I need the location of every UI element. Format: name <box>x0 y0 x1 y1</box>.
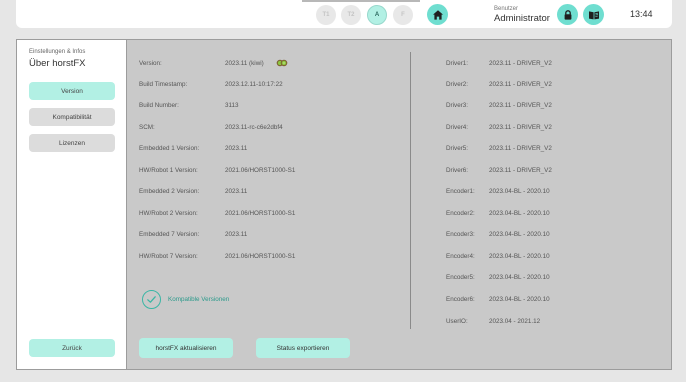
info-value-encoder3: 2023.04-BL - 2020.10 <box>489 231 550 238</box>
info-value-encoder6: 2023.04-BL - 2020.10 <box>489 296 550 303</box>
check-circle-icon <box>142 290 161 309</box>
info-value-encoder2: 2023.04-BL - 2020.10 <box>489 210 550 217</box>
user-name[interactable]: Administrator <box>494 13 550 24</box>
info-label-driver1: Driver1: <box>446 60 469 67</box>
kiwi-icon <box>276 59 288 67</box>
info-value-encoder4: 2023.04-BL - 2020.10 <box>489 253 550 260</box>
settings-sidebar: Einstellungen & Infos Über horstFX Versi… <box>17 40 126 369</box>
info-label-encoder4: Encoder4: <box>446 253 475 260</box>
version-info-content: Version: 2023.11 (kiwi) Build Timestamp:… <box>126 40 671 369</box>
info-label-encoder3: Encoder3: <box>446 231 475 238</box>
lock-button[interactable] <box>557 4 578 25</box>
sidebar-item-version[interactable]: Version <box>29 82 115 100</box>
info-label-driver6: Driver6: <box>446 167 469 174</box>
info-value-driver5: 2023.11 - DRIVER_V2 <box>489 145 552 152</box>
info-label-userio: UserIO: <box>446 318 468 325</box>
info-value-driver1: 2023.11 - DRIVER_V2 <box>489 60 552 67</box>
info-value-driver4: 2023.11 - DRIVER_V2 <box>489 124 552 131</box>
info-label-version: Version: <box>139 60 162 67</box>
info-label-embedded-1: Embedded 1 Version: <box>139 145 200 152</box>
info-label-driver5: Driver5: <box>446 145 469 152</box>
sidebar-title: Über horstFX <box>29 58 86 69</box>
back-button[interactable]: Zurück <box>29 339 115 357</box>
compatibility-status: Kompatible Versionen <box>168 296 230 303</box>
home-button[interactable] <box>427 4 448 25</box>
info-label-encoder5: Encoder5: <box>446 274 475 281</box>
info-label-hw-robot-2: HW/Robot 2 Version: <box>139 210 198 217</box>
mode-a-button[interactable]: A <box>367 5 387 25</box>
info-value-userio: 2023.04 - 2021.12 <box>489 318 541 325</box>
info-label-scm: SCM: <box>139 124 155 131</box>
info-value-build-timestamp: 2023.12.11-10:17:22 <box>225 81 283 88</box>
info-value-driver3: 2023.11 - DRIVER_V2 <box>489 102 552 109</box>
info-label-encoder2: Encoder2: <box>446 210 475 217</box>
info-label-build-timestamp: Build Timestamp: <box>139 81 188 88</box>
sidebar-section-label: Einstellungen & Infos <box>29 49 86 55</box>
export-status-button[interactable]: Status exportieren <box>256 338 350 358</box>
top-tab-indicator <box>302 0 420 2</box>
info-value-encoder5: 2023.04-BL - 2020.10 <box>489 274 550 281</box>
info-value-build-number: 3113 <box>225 102 239 109</box>
info-label-encoder6: Encoder6: <box>446 296 475 303</box>
info-label-hw-robot-7: HW/Robot 7 Version: <box>139 253 198 260</box>
info-value-embedded-1: 2023.11 <box>225 145 248 152</box>
update-horstfx-button[interactable]: horstFX aktualisieren <box>139 338 233 358</box>
info-value-driver6: 2023.11 - DRIVER_V2 <box>489 167 552 174</box>
info-value-scm: 2023.11-rc-c6e2dbf4 <box>225 124 283 131</box>
manual-button[interactable] <box>583 4 604 25</box>
user-role-label: Benutzer <box>494 6 519 12</box>
lock-icon <box>564 9 571 20</box>
mode-t1-button[interactable]: T1 <box>316 5 336 25</box>
info-label-build-number: Build Number: <box>139 102 179 109</box>
info-value-encoder1: 2023.04-BL - 2020.10 <box>489 188 550 195</box>
info-label-embedded-7: Embedded 7 Version: <box>139 231 200 238</box>
top-bar: T1 T2 A F Benutzer Administrator 13:44 <box>16 0 672 28</box>
info-value-embedded-2: 2023.11 <box>225 188 248 195</box>
info-label-encoder1: Encoder1: <box>446 188 475 195</box>
mode-t2-button[interactable]: T2 <box>341 5 361 25</box>
about-panel: Einstellungen & Infos Über horstFX Versi… <box>16 39 672 370</box>
info-label-embedded-2: Embedded 2 Version: <box>139 188 200 195</box>
sidebar-item-compatibility[interactable]: Kompatibilität <box>29 108 115 126</box>
clock: 13:44 <box>630 9 653 19</box>
info-label-driver3: Driver3: <box>446 102 469 109</box>
mode-f-button[interactable]: F <box>393 5 413 25</box>
info-value-hw-robot-1: 2021.06/HORST1000-S1 <box>225 167 296 174</box>
manual-book-icon <box>588 10 599 19</box>
info-label-driver2: Driver2: <box>446 81 469 88</box>
info-value-hw-robot-2: 2021.06/HORST1000-S1 <box>225 210 296 217</box>
home-icon <box>432 9 443 20</box>
sidebar-item-licenses[interactable]: Lizenzen <box>29 134 115 152</box>
info-value-version: 2023.11 (kiwi) <box>225 60 264 67</box>
info-value-driver2: 2023.11 - DRIVER_V2 <box>489 81 552 88</box>
info-value-embedded-7: 2023.11 <box>225 231 248 238</box>
info-value-hw-robot-7: 2021.06/HORST1000-S1 <box>225 253 296 260</box>
info-label-driver4: Driver4: <box>446 124 469 131</box>
column-divider <box>410 52 411 329</box>
info-label-hw-robot-1: HW/Robot 1 Version: <box>139 167 198 174</box>
